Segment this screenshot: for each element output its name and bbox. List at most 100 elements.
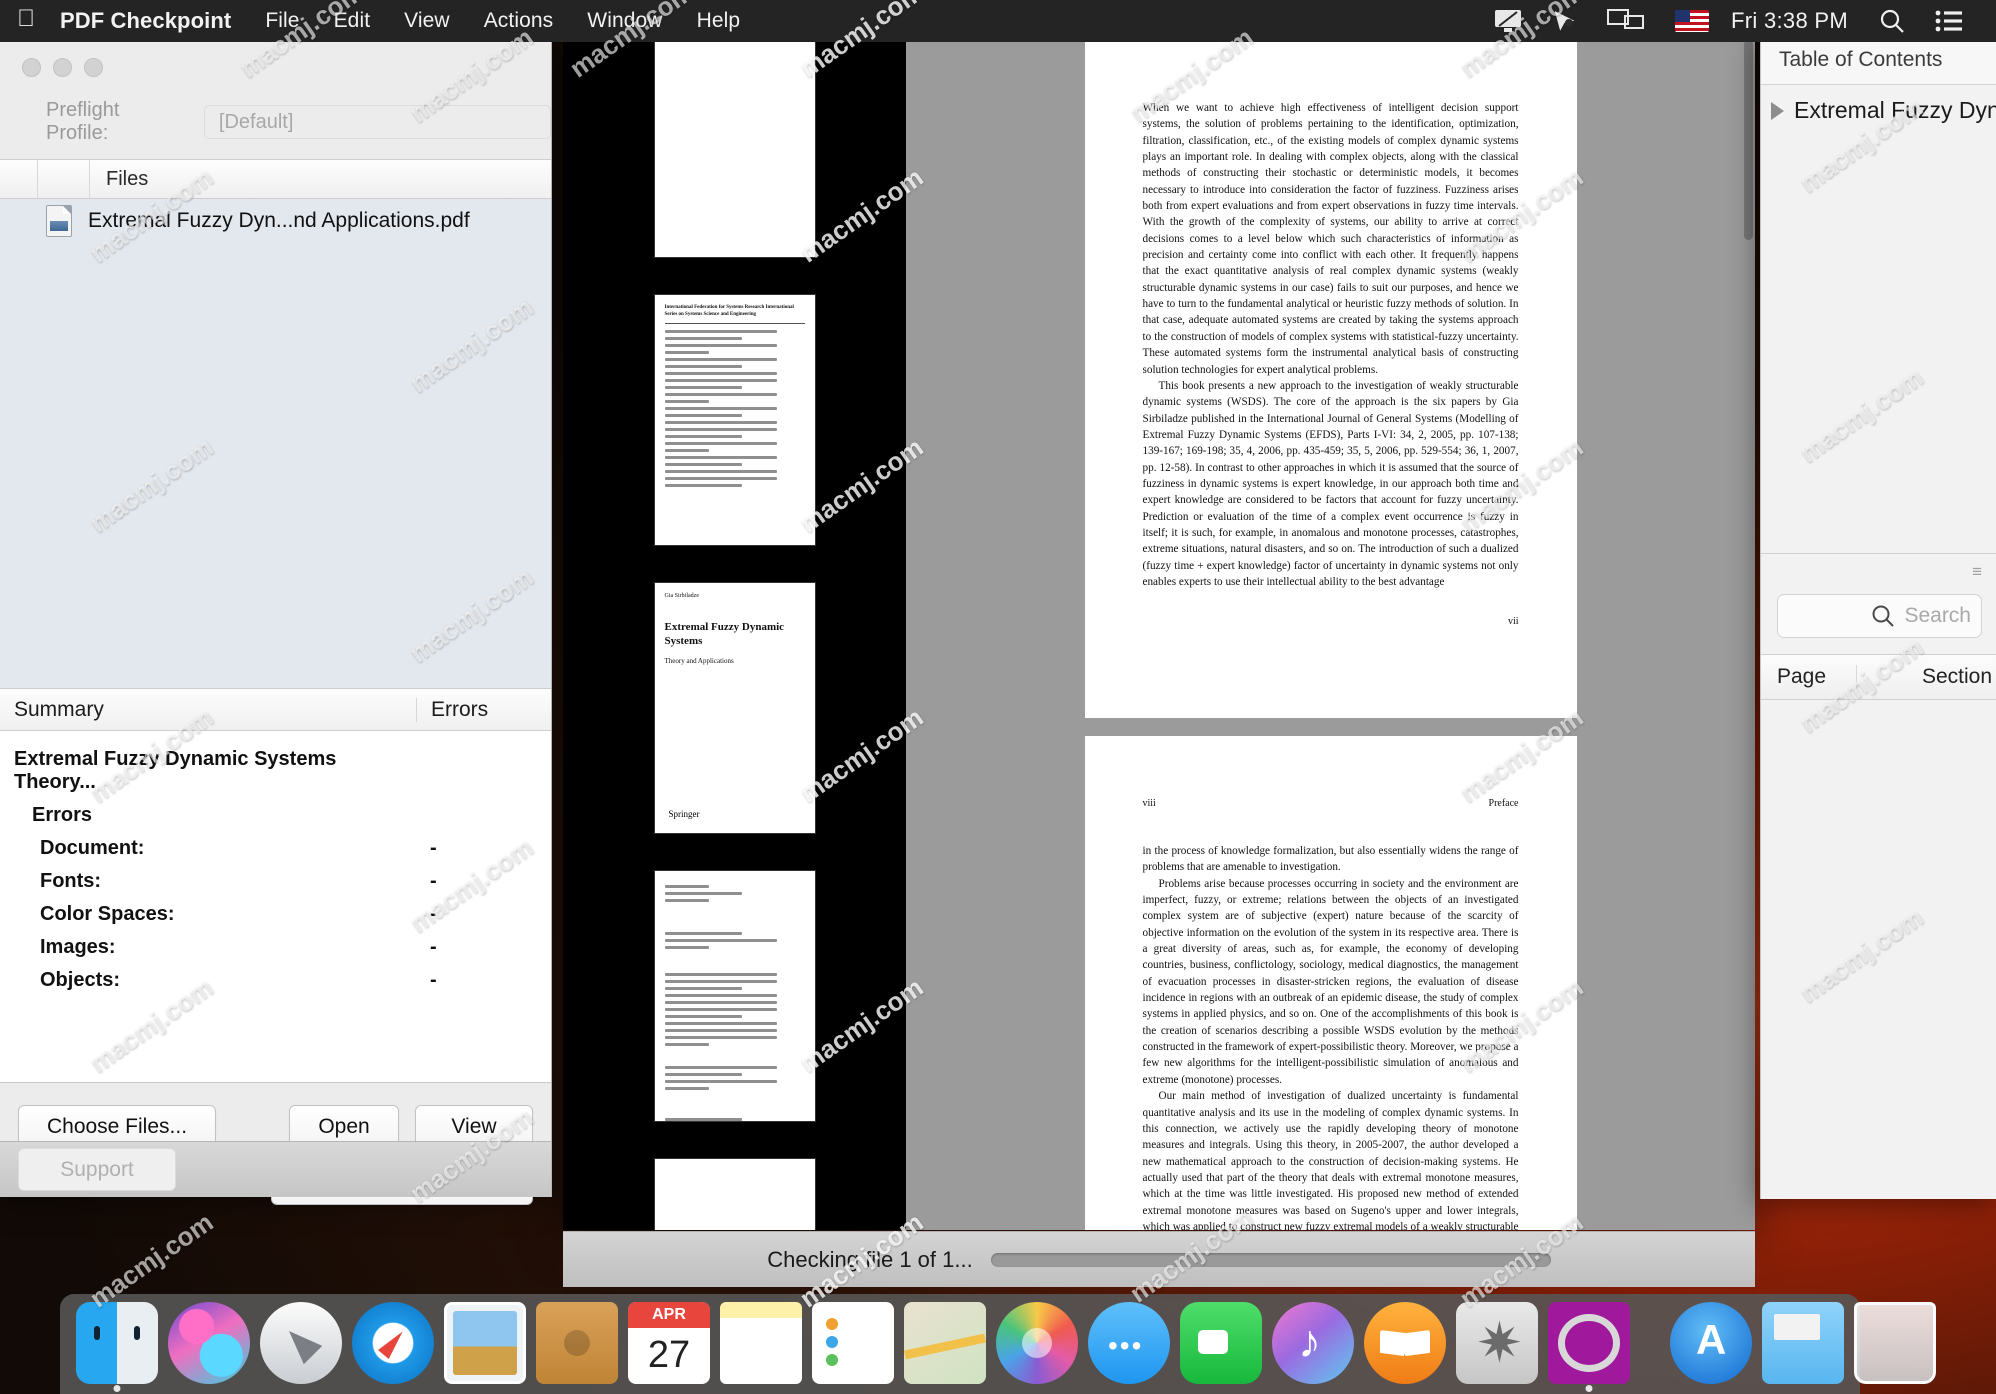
calendar-month: APR	[628, 1302, 710, 1328]
menu-edit[interactable]: Edit	[317, 9, 388, 33]
dock: APR 27	[60, 1294, 1860, 1394]
thumbnail-title-heading: Extremal Fuzzy Dynamic Systems	[665, 621, 805, 649]
summary-group-row[interactable]: Errors	[0, 799, 551, 832]
search-input[interactable]: Search	[1777, 594, 1982, 638]
airplay-icon[interactable]	[1479, 8, 1537, 34]
pdf-paragraph: When we want to achieve high effectivene…	[1143, 100, 1519, 378]
page-folio: vii	[1143, 616, 1519, 627]
menu-clock[interactable]: Fri 3:38 PM	[1723, 8, 1864, 34]
summary-row-objects[interactable]: Objects: -	[0, 964, 551, 997]
dock-item-itunes[interactable]	[1272, 1302, 1354, 1384]
summary-row-label: Document:	[0, 837, 416, 860]
pdf-paragraph: Problems arise because processes occurri…	[1143, 876, 1519, 1088]
column-header-errors[interactable]: Errors	[416, 698, 551, 722]
resize-grip-icon[interactable]: ≡	[1761, 554, 1996, 582]
window-controls[interactable]	[0, 42, 551, 77]
pdf-file-icon	[46, 205, 72, 237]
dock-item-launchpad[interactable]	[260, 1302, 342, 1384]
toc-list[interactable]: Extremal Fuzzy Dynamic Systems	[1761, 85, 1996, 553]
dock-item-pdf-checkpoint[interactable]	[1548, 1302, 1630, 1384]
dock-item-facetime[interactable]	[1180, 1302, 1262, 1384]
table-of-contents-panel: Table of Contents Extremal Fuzzy Dynamic…	[1760, 34, 1996, 1199]
dock-item-safari[interactable]	[352, 1302, 434, 1384]
page-thumbnail-blank[interactable]	[655, 42, 815, 257]
dock-item-system-preferences[interactable]	[1456, 1302, 1538, 1384]
files-list[interactable]: Extremal Fuzzy Dyn...nd Applications.pdf	[0, 199, 551, 689]
menu-actions[interactable]: Actions	[467, 9, 571, 33]
toc-item-extremal-fuzzy[interactable]: Extremal Fuzzy Dynamic Systems	[1761, 85, 1996, 136]
calendar-day: 27	[628, 1328, 710, 1382]
summary-row-label: Fonts:	[0, 870, 416, 893]
summary-row-value: -	[416, 870, 551, 893]
summary-group-label: Errors	[0, 804, 416, 827]
dock-item-contacts[interactable]	[536, 1302, 618, 1384]
toc-item-label: Extremal Fuzzy Dynamic Systems	[1794, 97, 1996, 124]
column-header-page[interactable]: Page	[1761, 665, 1857, 689]
dock-item-finder[interactable]	[76, 1302, 158, 1384]
page-scroll-area[interactable]: When we want to achieve high effectivene…	[906, 30, 1755, 1230]
column-header-summary[interactable]: Summary	[0, 698, 416, 722]
summary-tree[interactable]: Extremal Fuzzy Dynamic Systems Theory...…	[0, 731, 551, 1083]
page-scrollbar[interactable]	[1744, 40, 1753, 240]
dock-item-maps[interactable]	[904, 1302, 986, 1384]
summary-row-images[interactable]: Images: -	[0, 931, 551, 964]
summary-row-document[interactable]: Document: -	[0, 832, 551, 865]
pdf-paragraph: in the process of knowledge formalizatio…	[1143, 843, 1519, 876]
dock-item-app-store[interactable]	[1670, 1302, 1752, 1384]
dock-item-mail[interactable]	[444, 1302, 526, 1384]
disclosure-triangle-icon[interactable]	[1771, 102, 1784, 120]
table-row[interactable]: Extremal Fuzzy Dyn...nd Applications.pdf	[0, 199, 551, 243]
support-button[interactable]: Support	[18, 1148, 176, 1191]
pdf-paragraph: Our main method of investigation of dual…	[1143, 1088, 1519, 1230]
preflight-profile-label: Preflight Profile:	[46, 99, 182, 145]
summary-row-value: -	[416, 837, 551, 860]
summary-row-color-spaces[interactable]: Color Spaces: -	[0, 898, 551, 931]
dock-item-trash[interactable]	[1854, 1302, 1936, 1384]
dock-item-downloads[interactable]	[1762, 1302, 1844, 1384]
page-header-right: Preface	[1489, 798, 1519, 809]
results-table-header: Page Section	[1761, 654, 1996, 700]
summary-row-label: Objects:	[0, 969, 416, 992]
search-icon	[1870, 603, 1896, 629]
close-button[interactable]	[22, 58, 41, 77]
column-header-files[interactable]: Files	[90, 168, 148, 191]
progress-bar	[991, 1253, 1551, 1267]
us-flag-icon[interactable]	[1661, 10, 1723, 32]
search-icon[interactable]	[1864, 7, 1920, 35]
pdf-page-vii: When we want to achieve high effectivene…	[1085, 38, 1577, 718]
page-thumbnail-series[interactable]: International Federation for Systems Res…	[655, 295, 815, 545]
cursor-icon[interactable]	[1537, 8, 1593, 34]
zoom-button[interactable]	[84, 58, 103, 77]
menu-app-name[interactable]: PDF Checkpoint	[52, 8, 248, 34]
dock-item-photos[interactable]	[996, 1302, 1078, 1384]
dock-item-notes[interactable]	[720, 1302, 802, 1384]
dock-item-siri[interactable]	[168, 1302, 250, 1384]
dock-item-ibooks[interactable]	[1364, 1302, 1446, 1384]
column-header-section[interactable]: Section	[1857, 665, 1996, 689]
pdf-page-viii: viii Preface in the process of knowledge…	[1085, 736, 1577, 1230]
menu-help[interactable]: Help	[680, 9, 758, 33]
notification-center-icon[interactable]	[1920, 9, 1978, 33]
page-thumbnail-next[interactable]	[655, 1159, 815, 1230]
page-thumbnail-title[interactable]: Gia Sirbiladze Extremal Fuzzy Dynamic Sy…	[655, 583, 815, 833]
page-thumbnail-copyright[interactable]	[655, 871, 815, 1121]
screen-sharing-icon[interactable]	[1593, 8, 1661, 34]
thumbnail-sidebar[interactable]: International Federation for Systems Res…	[563, 30, 906, 1230]
minimize-button[interactable]	[53, 58, 72, 77]
summary-row-value: -	[416, 969, 551, 992]
dock-item-messages[interactable]	[1088, 1302, 1170, 1384]
menu-file[interactable]: File	[248, 9, 316, 33]
preflight-profile-select[interactable]: [Default]	[204, 105, 551, 139]
summary-row-fonts[interactable]: Fonts: -	[0, 865, 551, 898]
menu-bar:  PDF Checkpoint File Edit View Actions …	[0, 0, 1996, 42]
apple-menu-icon[interactable]: 	[0, 7, 52, 35]
summary-root-row[interactable]: Extremal Fuzzy Dynamic Systems Theory...	[0, 743, 551, 799]
progress-status-bar: Checking file 1 of 1...	[563, 1231, 1755, 1287]
menu-view[interactable]: View	[387, 9, 467, 33]
page-header-left: viii	[1143, 798, 1156, 809]
dock-item-reminders[interactable]	[812, 1302, 894, 1384]
dock-item-calendar[interactable]: APR 27	[628, 1302, 710, 1384]
thumbnail-title-subtitle: Theory and Applications	[665, 657, 805, 665]
menu-window[interactable]: Window	[570, 9, 679, 33]
summary-root-label: Extremal Fuzzy Dynamic Systems Theory...	[0, 748, 416, 794]
